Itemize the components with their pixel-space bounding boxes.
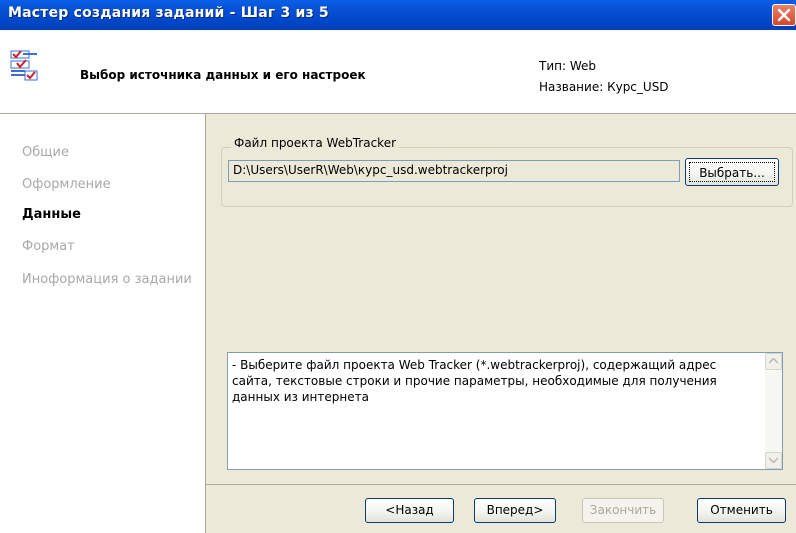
description-text: - Выберите файл проекта Web Tracker (*.w… [232,358,717,404]
wizard-header: Выбор источника данных и его настроек Ти… [0,30,796,114]
description-scrollbar[interactable] [765,353,782,469]
scroll-up-button[interactable] [765,353,782,370]
description-box[interactable]: - Выберите файл проекта Web Tracker (*.w… [227,352,783,470]
browse-button[interactable]: Выбрать... [685,158,779,186]
cancel-button[interactable]: Отменить [697,498,786,523]
task-type: Тип: Web [539,59,596,73]
scroll-down-button[interactable] [765,452,782,469]
nav-item-general[interactable]: Общие [22,145,69,160]
wizard-window: Мастер создания заданий - Шаг 3 из 5 Выб… [0,0,796,533]
nav-item-format[interactable]: Формат [22,239,75,254]
task-meta: Тип: Web Название: Курс_USD [539,56,669,98]
back-button[interactable]: <Назад [365,498,454,523]
title-bar[interactable]: Мастер создания заданий - Шаг 3 из 5 [0,0,796,30]
nav-item-task-info[interactable]: Иноформация о задании [22,272,192,287]
task-checklist-icon [10,50,38,81]
finish-button[interactable]: Закончить [582,498,664,523]
step-content: Файл проекта WebTracker D:\Users\UserR\W… [206,114,796,533]
footer-divider [206,484,796,485]
task-name: Название: Курс_USD [539,80,669,94]
arrow-up-icon [769,358,778,364]
browse-button-label: Выбрать... [689,162,775,182]
next-button[interactable]: Вперед> [474,498,556,523]
close-button[interactable] [772,4,796,26]
nav-item-appearance[interactable]: Оформление [22,177,111,192]
window-title: Мастер создания заданий - Шаг 3 из 5 [8,5,329,21]
project-file-group-label: Файл проекта WebTracker [231,136,400,150]
project-path-field[interactable]: D:\Users\UserR\Web\курс_usd.webtrackerpr… [228,160,680,182]
step-title: Выбор источника данных и его настроек [80,68,366,82]
arrow-down-icon [769,457,778,463]
nav-item-data[interactable]: Данные [22,207,81,222]
steps-nav: Общие Оформление Данные Формат Иноформац… [0,114,206,533]
close-icon [777,8,791,22]
